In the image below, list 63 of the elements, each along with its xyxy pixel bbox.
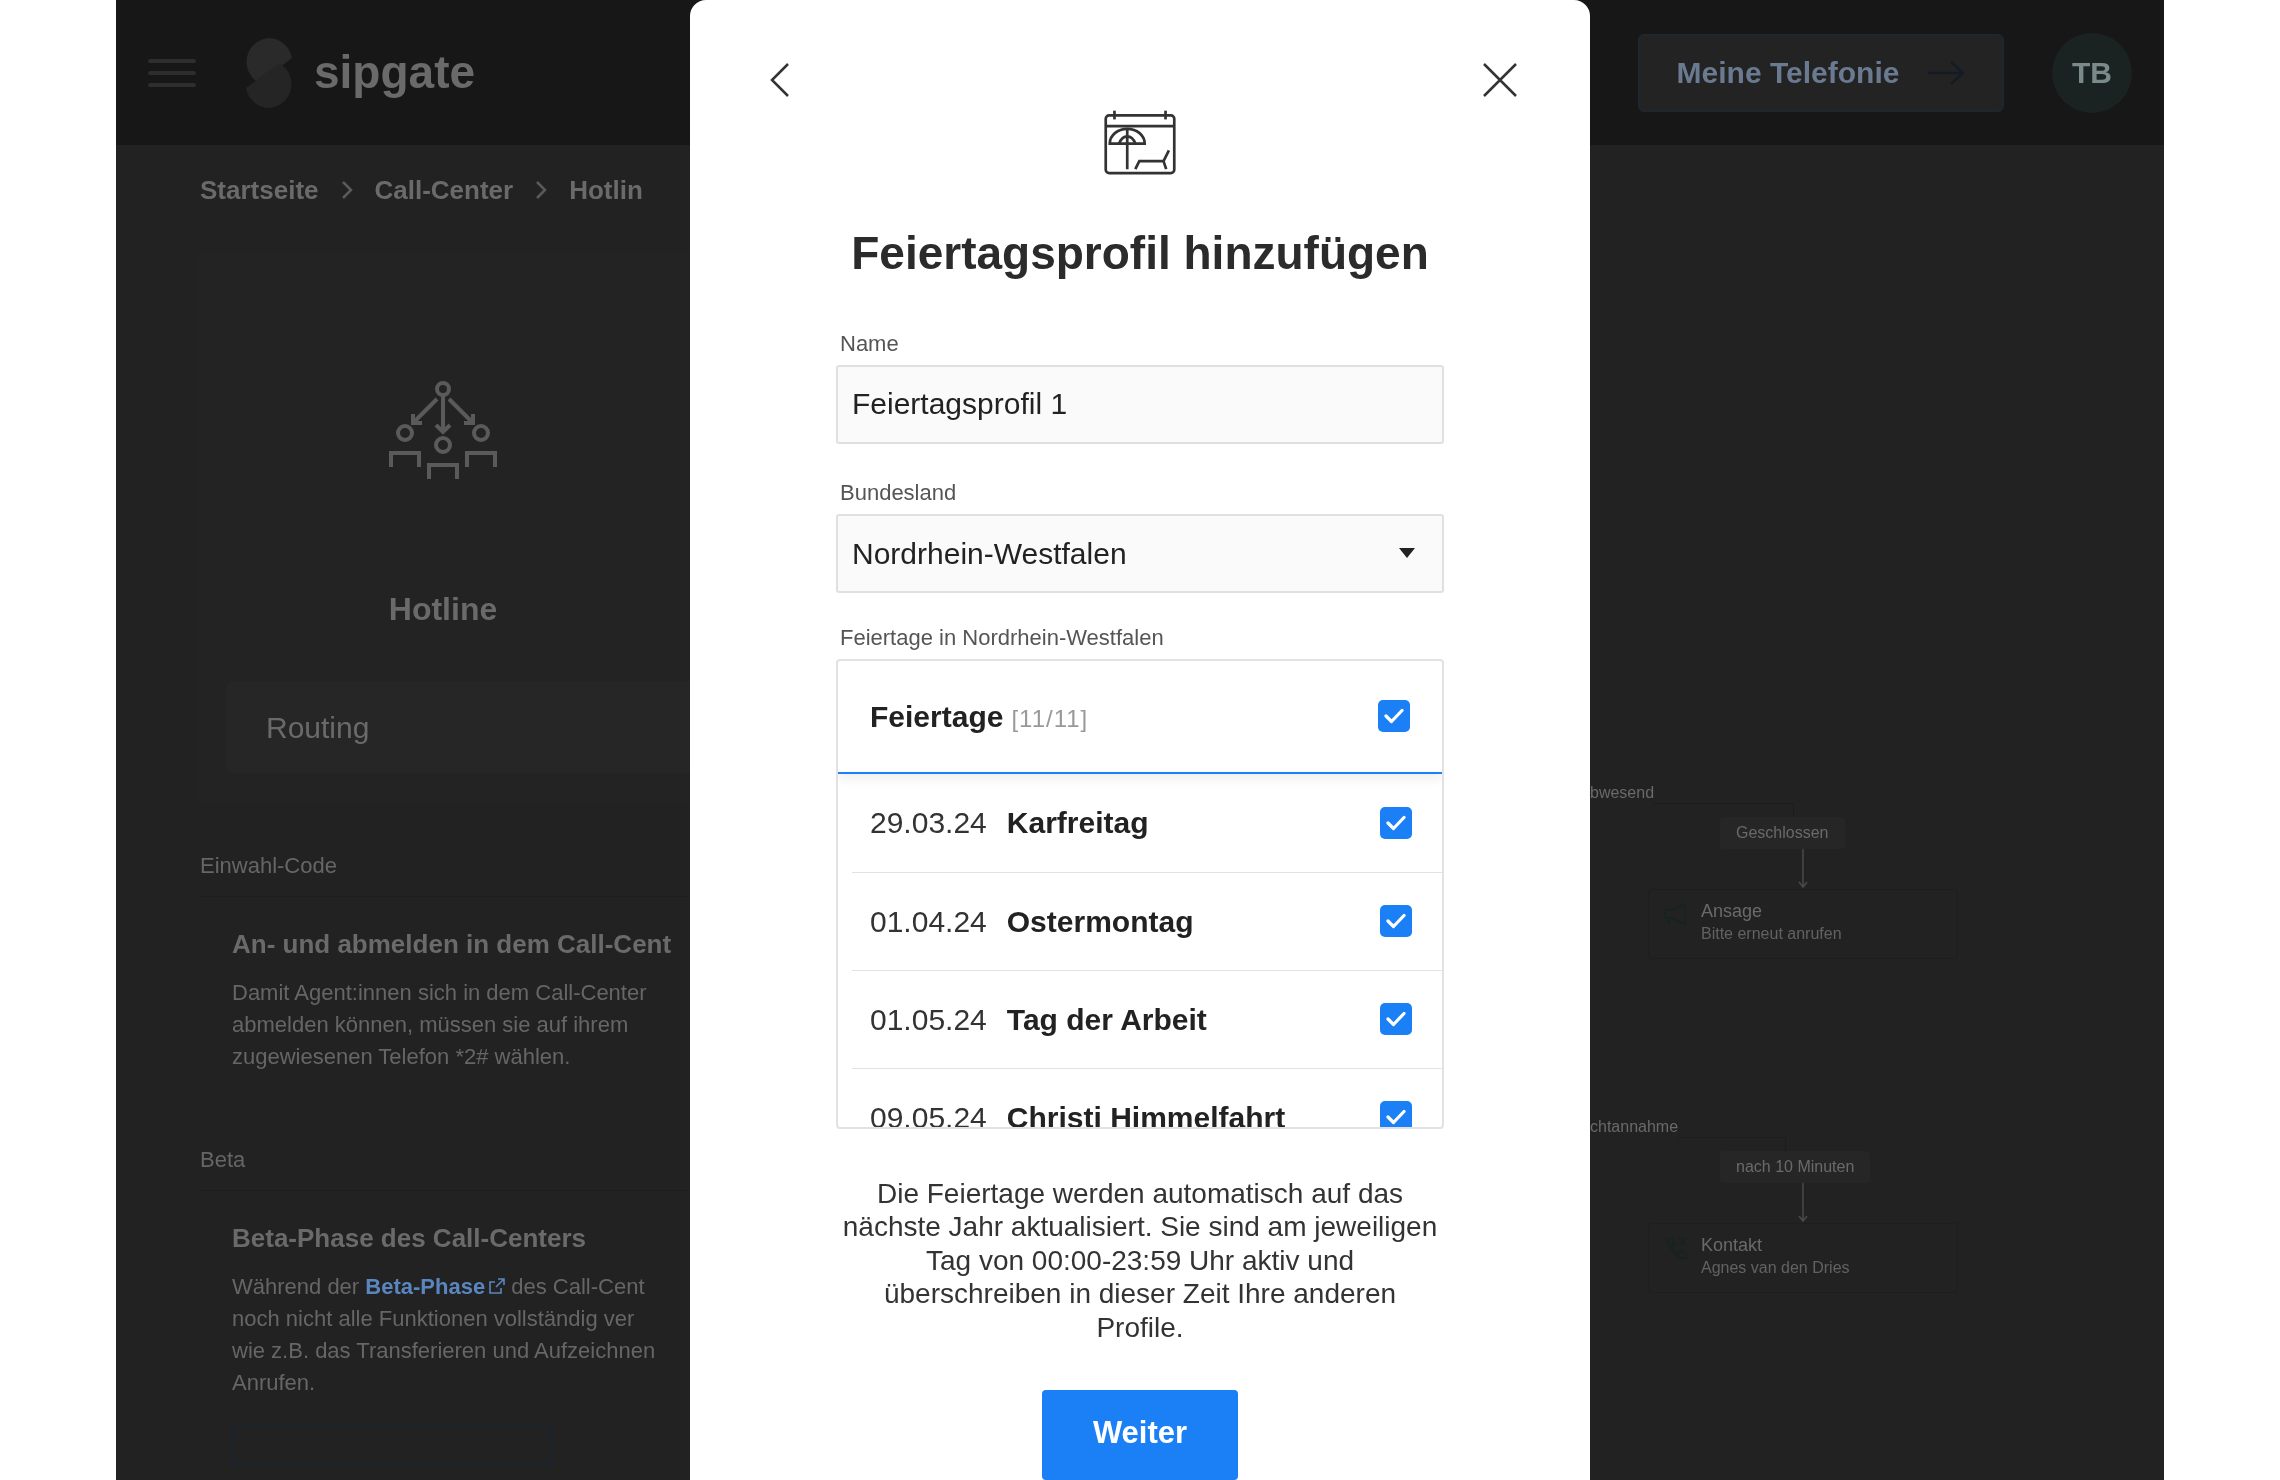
- dialog-title: Feiertagsprofil hinzufügen: [851, 225, 1429, 281]
- holiday-row[interactable]: 01.04.24 Ostermontag: [852, 871, 1442, 970]
- check-icon: [1386, 1109, 1406, 1125]
- section-text: Damit Agent:innen sich in dem Call-Center abmelden können, müssen sie auf ihrem zugewiesenen Telefon *2# wählen.: [232, 979, 648, 1071]
- breadcrumb-link[interactable]: Call-Center: [374, 170, 514, 210]
- user-avatar[interactable]: TB: [2052, 32, 2132, 113]
- holiday-name: Karfreitag: [1006, 805, 1149, 841]
- name-input-field[interactable]: Feiertagsprofil 1: [836, 364, 1444, 444]
- check-icon: [1386, 1011, 1406, 1027]
- count-text: [11/11]: [1011, 703, 1089, 734]
- checkbox[interactable]: [1378, 700, 1410, 732]
- card-title: Hotline: [388, 590, 498, 629]
- logo-text: sipgate: [314, 45, 476, 100]
- down-arrow-icon: [1798, 1183, 1808, 1223]
- check-icon: [1386, 814, 1406, 831]
- breadcrumb-link[interactable]: Hotlin: [569, 170, 643, 210]
- holiday-name: Ostermontag: [1006, 903, 1194, 940]
- holiday-row[interactable]: 01.05.24 Tag der Arbeit: [852, 969, 1442, 1068]
- list-label: Feiertage in Nordrhein-Westfalen: [840, 623, 1165, 652]
- my-telephony-button[interactable]: Meine Telefonie: [1638, 33, 2004, 112]
- node-title: Ansage: [1701, 900, 1764, 922]
- node-subtitle: Bitte erneut anrufen: [1701, 924, 1842, 944]
- condition-label: Geschlossen: [1720, 817, 1845, 849]
- node-subtitle: Agnes van den Dries: [1701, 1258, 1850, 1278]
- field-label: Bundesland: [840, 478, 958, 507]
- routing-node[interactable]: Ansage Bitte erneut anrufen: [1648, 889, 1958, 959]
- section-heading: An- und abmelden in dem Call-Cent: [232, 928, 673, 961]
- checkbox[interactable]: [1380, 905, 1412, 937]
- checkbox[interactable]: [1380, 1101, 1412, 1127]
- beta-phase-link[interactable]: Beta-Phase: [365, 1274, 486, 1299]
- external-link-icon: [489, 1278, 506, 1294]
- checkbox[interactable]: [1380, 806, 1412, 839]
- state-dropdown[interactable]: Nordrhein-Westfalen: [836, 513, 1444, 593]
- routing-node[interactable]: Kontakt Agnes van den Dries: [1648, 1223, 1958, 1293]
- close-icon: [1482, 62, 1518, 98]
- dropdown-caret-icon: [1398, 547, 1416, 559]
- down-arrow-icon: [1798, 849, 1808, 889]
- select-all-row[interactable]: Feiertage [11/11]: [838, 660, 1442, 774]
- date-text: 29.03.24: [870, 805, 987, 841]
- field-label: Name: [840, 329, 900, 358]
- breadcrumb-link[interactable]: Startseite: [200, 170, 319, 210]
- section-label: Beta: [200, 1146, 247, 1174]
- section-text: Während der Beta-Phase des Call-Cent noch nicht alle Funktionen vollständig ver wie z.B. das Transferieren und Aufzeichnen Anrufen.: [232, 1273, 657, 1397]
- next-button[interactable]: Weiter: [1042, 1390, 1238, 1480]
- branch-label: chtannahme: [1590, 1117, 1679, 1137]
- node-title: Kontakt: [1701, 1234, 1764, 1256]
- chevron-left-icon: [769, 62, 791, 98]
- check-icon: [1386, 913, 1406, 929]
- holiday-row[interactable]: 29.03.24 Karfreitag: [838, 773, 1442, 872]
- section-heading: Beta-Phase des Call-Centers: [232, 1222, 588, 1255]
- holiday-name: Tag der Arbeit: [1006, 1001, 1207, 1038]
- people-hierarchy-icon: [388, 381, 498, 481]
- section-label: Einwahl-Code: [200, 852, 338, 880]
- info-text: Die Feiertage werden automatisch auf das nächste Jahr aktualisiert. Sie sind am jeweiligen Tag von 00:00-23:59 Uhr aktiv und überschreiben in dieser Zeit Ihre anderen Profile.: [841, 1176, 1439, 1344]
- date-text: 01.05.24: [870, 1001, 987, 1038]
- list-title: Feiertage: [870, 698, 1004, 735]
- check-icon: [1384, 708, 1404, 724]
- chevron-right-icon: [535, 180, 548, 200]
- checkbox[interactable]: [1380, 1003, 1412, 1035]
- branch-label: bwesend: [1590, 783, 1655, 803]
- condition-label: nach 10 Minuten: [1720, 1151, 1871, 1183]
- chevron-right-icon: [340, 180, 353, 200]
- date-text: 01.04.24: [870, 903, 987, 940]
